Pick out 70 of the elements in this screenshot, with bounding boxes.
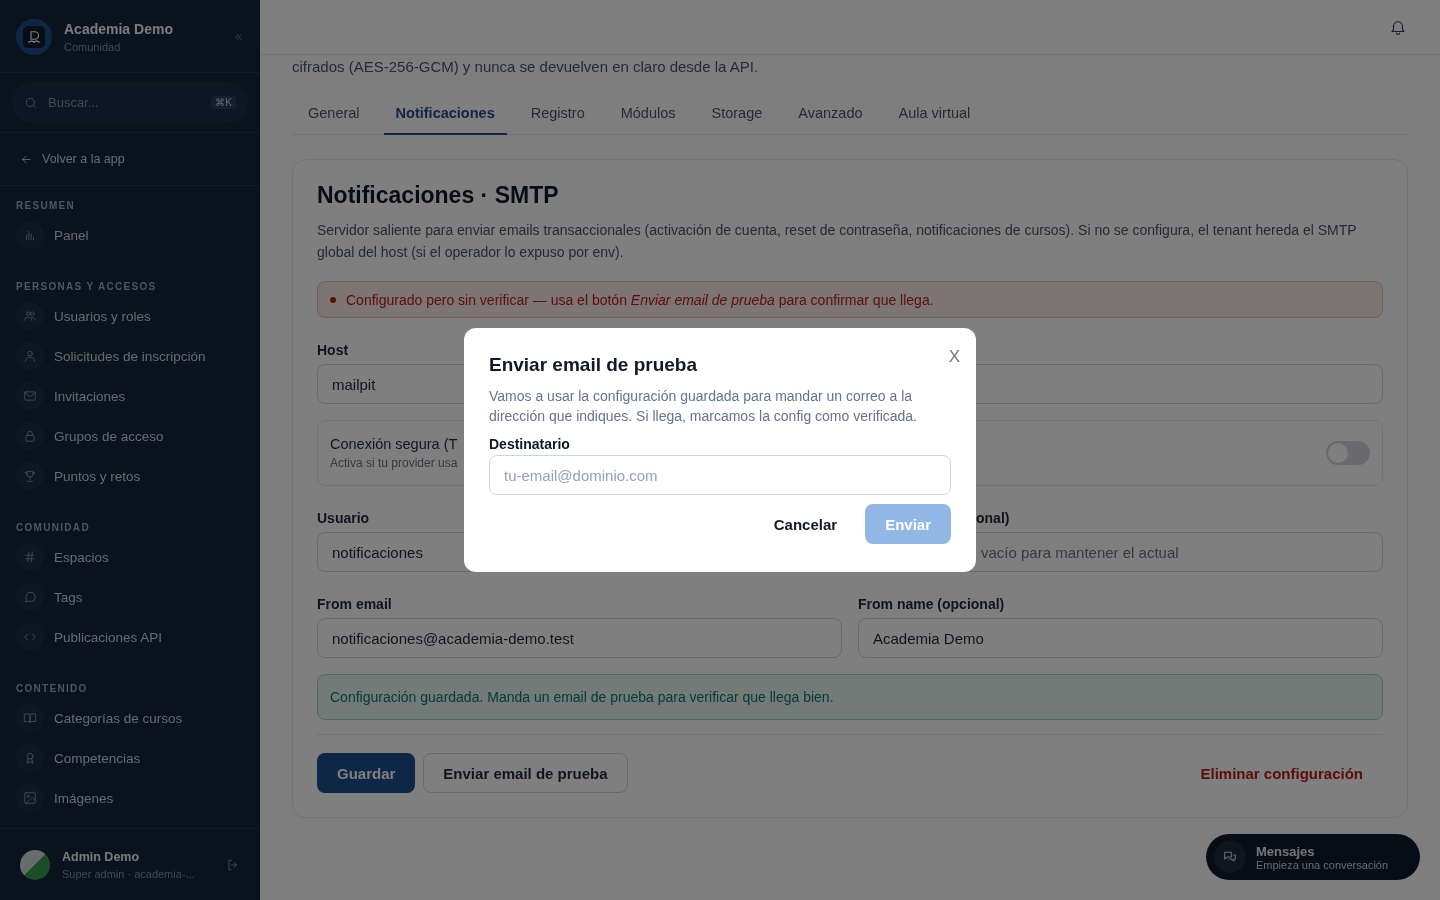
sidebar-item[interactable]: Puntos y retos bbox=[16, 456, 244, 496]
modal-description: Vamos a usar la configuración guardada para mandar un correo a la dirección que indiques. Si llega, marcamos la config como verificada. bbox=[489, 387, 918, 426]
section-heading: PERSONAS Y ACCESOS bbox=[16, 281, 157, 292]
messages-button[interactable]: Mensajes Empieza una conversación bbox=[1206, 834, 1420, 880]
card-title: Notificaciones · SMTP bbox=[317, 182, 560, 209]
intro-text: cifrados (AES-256-GCM) y nunca se devuelven en claro desde la API. bbox=[292, 57, 760, 77]
recipient-field[interactable]: tu-email@dominio.com bbox=[489, 455, 951, 495]
chat-subtitle: Empieza una conversación bbox=[1256, 858, 1389, 871]
image-icon bbox=[23, 791, 37, 805]
chat-bubble-icon bbox=[23, 590, 37, 604]
tab[interactable]: Storage bbox=[699, 95, 775, 135]
toggle-hint: Activa si tu provider usa bbox=[330, 456, 458, 470]
mail-icon bbox=[23, 389, 37, 403]
name-field[interactable]: Academia Demo bbox=[858, 618, 1383, 658]
modal-title: Enviar email de prueba bbox=[489, 354, 699, 376]
logo-icon bbox=[16, 19, 52, 55]
sidebar-item[interactable]: Publicaciones API bbox=[16, 617, 244, 657]
alert-text: Configurado pero sin verificar — usa el botón Enviar email de prueba para confirmar que llega. bbox=[346, 291, 934, 308]
section-heading: COMUNIDAD bbox=[16, 522, 90, 533]
success-notice: Configuración guardada. Manda un email de prueba para verificar que llega bien. bbox=[317, 674, 1383, 720]
logout-icon bbox=[226, 857, 240, 872]
bell-icon bbox=[1389, 18, 1407, 36]
tab[interactable]: General bbox=[296, 95, 372, 135]
cancel-button[interactable]: Cancelar bbox=[753, 504, 858, 544]
close-button[interactable]: X bbox=[948, 347, 960, 367]
book-icon bbox=[23, 711, 37, 725]
tab[interactable]: Aula virtual bbox=[886, 95, 983, 135]
sidebar-item[interactable]: Solicitudes de inscripción bbox=[16, 336, 244, 376]
field-label: From email bbox=[317, 596, 392, 614]
sidebar-item[interactable]: Imágenes bbox=[16, 778, 244, 818]
sidebar-item[interactable]: Espacios bbox=[16, 537, 244, 577]
avatar-icon bbox=[20, 849, 50, 880]
tab[interactable]: Avanzado bbox=[786, 95, 875, 135]
field-label: Host bbox=[317, 342, 349, 360]
sidebar-item[interactable]: Grupos de acceso bbox=[16, 416, 244, 456]
sidebar-item[interactable]: Panel bbox=[16, 215, 244, 255]
chat-title: Mensajes bbox=[1256, 843, 1316, 859]
user-icon bbox=[23, 349, 37, 363]
action-button[interactable]: Guardar bbox=[317, 753, 416, 793]
users-icon bbox=[23, 309, 37, 323]
sidebar-item[interactable]: Invitaciones bbox=[16, 376, 244, 416]
brand-title: Academia Demo bbox=[64, 21, 174, 37]
tab[interactable]: Registro bbox=[518, 95, 597, 135]
tab[interactable]: Módulos bbox=[608, 95, 688, 135]
email-field[interactable]: notificaciones@academia-demo.test bbox=[317, 618, 842, 658]
user-name: Admin Demo bbox=[62, 849, 141, 864]
award-icon bbox=[23, 751, 37, 765]
trophy-icon bbox=[23, 469, 37, 483]
chart-icon bbox=[23, 228, 37, 242]
section-heading: RESUMEN bbox=[16, 200, 76, 211]
hash-icon bbox=[23, 550, 37, 564]
toggle-label: Conexión segura (T bbox=[330, 436, 458, 452]
tab[interactable]: Notificaciones bbox=[383, 95, 507, 135]
section-heading: CONTENIDO bbox=[16, 683, 88, 694]
action-button[interactable]: Enviar email de prueba bbox=[423, 753, 628, 793]
lock-icon bbox=[23, 429, 37, 443]
field-label: From name (opcional) bbox=[858, 596, 1005, 614]
field-label: Usuario bbox=[317, 510, 370, 528]
sidebar-item[interactable]: Competencias bbox=[16, 738, 244, 778]
shortcut-hint: ⌘K bbox=[211, 96, 236, 109]
card-description: Servidor saliente para enviar emails transaccionales (activación de cuenta, reset de contraseña, notificaciones de cursos). Si no se configura, el tenant hereda el SMTP global del host (si el operador lo expuso por env). bbox=[317, 221, 1358, 262]
field-label: Destinatario bbox=[489, 436, 571, 452]
sidebar-item[interactable]: Categorías de cursos bbox=[16, 698, 244, 738]
status-dot-icon bbox=[330, 296, 336, 303]
sidebar-item[interactable]: Tags bbox=[16, 577, 244, 617]
field-label: onal) bbox=[976, 510, 1010, 528]
code-icon bbox=[23, 630, 37, 644]
search-icon bbox=[24, 95, 38, 110]
delete-link[interactable]: Eliminar configuración bbox=[1180, 753, 1383, 793]
sidebar-item[interactable]: Usuarios y roles bbox=[16, 296, 244, 336]
